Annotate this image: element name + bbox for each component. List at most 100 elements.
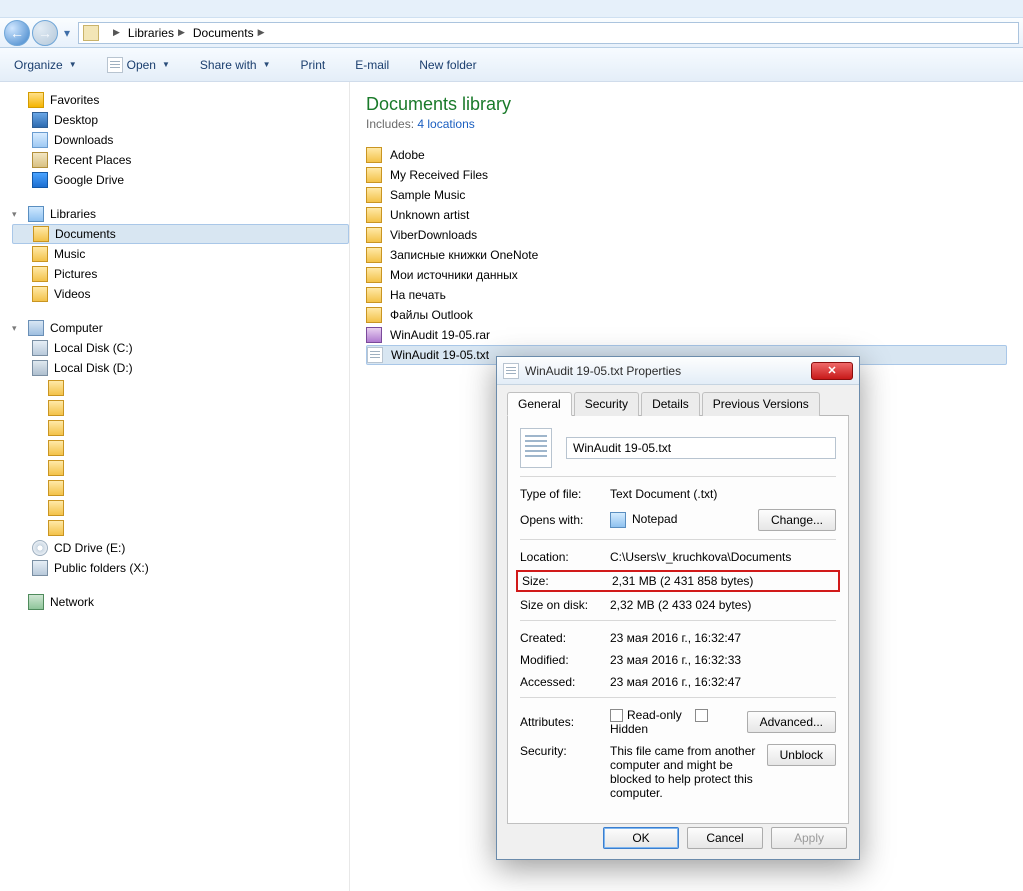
accessed-label: Accessed: <box>520 675 610 689</box>
nav-public-folders[interactable]: Public folders (X:) <box>12 558 349 578</box>
desktop-icon <box>32 112 48 128</box>
size-on-disk-value: 2,32 MB (2 433 024 bytes) <box>610 598 836 612</box>
nav-pictures[interactable]: Pictures <box>12 264 349 284</box>
dialog-title: WinAudit 19-05.txt Properties <box>525 364 811 378</box>
network-drive-icon <box>32 560 48 576</box>
library-locations-link[interactable]: 4 locations <box>417 117 474 131</box>
list-item[interactable]: My Received Files <box>366 165 1007 185</box>
nav-forward-button[interactable]: → <box>32 20 58 46</box>
nav-recent-places[interactable]: Recent Places <box>12 150 349 170</box>
apply-button[interactable]: Apply <box>771 827 847 849</box>
security-text: This file came from another computer and… <box>610 744 767 800</box>
nav-music[interactable]: Music <box>12 244 349 264</box>
nav-d-subfolder[interactable] <box>12 418 349 438</box>
tab-panel-general: Type of file:Text Document (.txt) Opens … <box>507 416 849 824</box>
nav-d-subfolder[interactable] <box>12 518 349 538</box>
folder-icon <box>48 520 64 536</box>
nav-downloads[interactable]: Downloads <box>12 130 349 150</box>
list-item[interactable]: Adobe <box>366 145 1007 165</box>
dialog-titlebar[interactable]: WinAudit 19-05.txt Properties ✕ <box>497 357 859 385</box>
folder-icon <box>48 400 64 416</box>
size-value: 2,31 MB (2 431 858 bytes) <box>612 574 834 588</box>
list-item[interactable]: Unknown artist <box>366 205 1007 225</box>
folder-icon <box>366 247 382 263</box>
security-label: Security: <box>520 744 610 758</box>
properties-dialog: WinAudit 19-05.txt Properties ✕ General … <box>496 356 860 860</box>
breadcrumb-libraries[interactable]: Libraries▶ <box>124 23 189 43</box>
email-button[interactable]: E-mail <box>349 54 395 76</box>
close-button[interactable]: ✕ <box>811 362 853 380</box>
list-item[interactable]: Записные книжки OneNote <box>366 245 1007 265</box>
favorites-header[interactable]: Favorites <box>12 90 349 110</box>
tab-general[interactable]: General <box>507 392 572 416</box>
address-bar-row: ← → ▾ ▶ Libraries▶ Documents▶ <box>0 18 1023 48</box>
nav-d-subfolder[interactable] <box>12 498 349 518</box>
os-titlebar <box>0 0 1023 18</box>
txt-icon <box>503 363 519 379</box>
list-item[interactable]: ViberDownloads <box>366 225 1007 245</box>
unblock-button[interactable]: Unblock <box>767 744 836 766</box>
cancel-button[interactable]: Cancel <box>687 827 763 849</box>
nav-desktop[interactable]: Desktop <box>12 110 349 130</box>
tab-details[interactable]: Details <box>641 392 700 416</box>
dialog-tabs: General Security Details Previous Versio… <box>507 391 849 416</box>
nav-local-disk-d[interactable]: Local Disk (D:) <box>12 358 349 378</box>
opens-with-value: Notepad <box>610 512 758 528</box>
change-button[interactable]: Change... <box>758 509 836 531</box>
drive-icon <box>32 360 48 376</box>
nav-d-subfolder[interactable] <box>12 398 349 418</box>
ok-button[interactable]: OK <box>603 827 679 849</box>
folder-icon <box>366 187 382 203</box>
modified-value: 23 мая 2016 г., 16:32:33 <box>610 653 836 667</box>
folder-icon <box>33 226 49 242</box>
list-item[interactable]: На печать <box>366 285 1007 305</box>
folder-icon <box>48 380 64 396</box>
new-folder-button[interactable]: New folder <box>413 54 482 76</box>
breadcrumb-documents[interactable]: Documents▶ <box>189 23 269 43</box>
nav-history-dropdown[interactable]: ▾ <box>60 22 74 44</box>
share-with-button[interactable]: Share with▼ <box>194 54 277 76</box>
nav-d-subfolder[interactable] <box>12 438 349 458</box>
nav-d-subfolder[interactable] <box>12 378 349 398</box>
libraries-icon <box>28 206 44 222</box>
nav-videos[interactable]: Videos <box>12 284 349 304</box>
document-icon <box>107 57 123 73</box>
star-icon <box>28 92 44 108</box>
nav-d-subfolder[interactable] <box>12 478 349 498</box>
open-button[interactable]: Open▼ <box>101 53 176 77</box>
library-subtitle: Includes: 4 locations <box>366 117 1007 131</box>
nav-local-disk-c[interactable]: Local Disk (C:) <box>12 338 349 358</box>
nav-back-button[interactable]: ← <box>4 20 30 46</box>
nav-google-drive[interactable]: Google Drive <box>12 170 349 190</box>
list-item[interactable]: WinAudit 19-05.rar <box>366 325 1007 345</box>
libraries-header[interactable]: ▾Libraries <box>12 204 349 224</box>
location-value: C:\Users\v_kruchkova\Documents <box>610 550 836 564</box>
nav-d-subfolder[interactable] <box>12 458 349 478</box>
tab-security[interactable]: Security <box>574 392 639 416</box>
folder-icon <box>32 266 48 282</box>
list-item[interactable]: Мои источники данных <box>366 265 1007 285</box>
breadcrumb-root[interactable]: ▶ <box>105 23 124 43</box>
file-type-icon <box>520 428 552 468</box>
file-list: Adobe My Received Files Sample Music Unk… <box>366 145 1007 365</box>
recent-icon <box>32 152 48 168</box>
advanced-button[interactable]: Advanced... <box>747 711 836 733</box>
organize-button[interactable]: Organize▼ <box>8 54 83 76</box>
folder-icon <box>48 460 64 476</box>
folder-icon <box>32 286 48 302</box>
notepad-icon <box>610 512 626 528</box>
computer-header[interactable]: ▾Computer <box>12 318 349 338</box>
tab-previous-versions[interactable]: Previous Versions <box>702 392 820 416</box>
rar-icon <box>366 327 382 343</box>
address-bar[interactable]: ▶ Libraries▶ Documents▶ <box>78 22 1019 44</box>
network-header[interactable]: Network <box>12 592 349 612</box>
print-button[interactable]: Print <box>295 54 332 76</box>
opens-with-label: Opens with: <box>520 513 610 527</box>
list-item[interactable]: Файлы Outlook <box>366 305 1007 325</box>
readonly-checkbox[interactable]: Read-only <box>610 708 682 722</box>
list-item[interactable]: Sample Music <box>366 185 1007 205</box>
nav-documents[interactable]: Documents <box>12 224 349 244</box>
nav-cd-drive[interactable]: CD Drive (E:) <box>12 538 349 558</box>
folder-icon <box>366 167 382 183</box>
filename-input[interactable] <box>566 437 836 459</box>
